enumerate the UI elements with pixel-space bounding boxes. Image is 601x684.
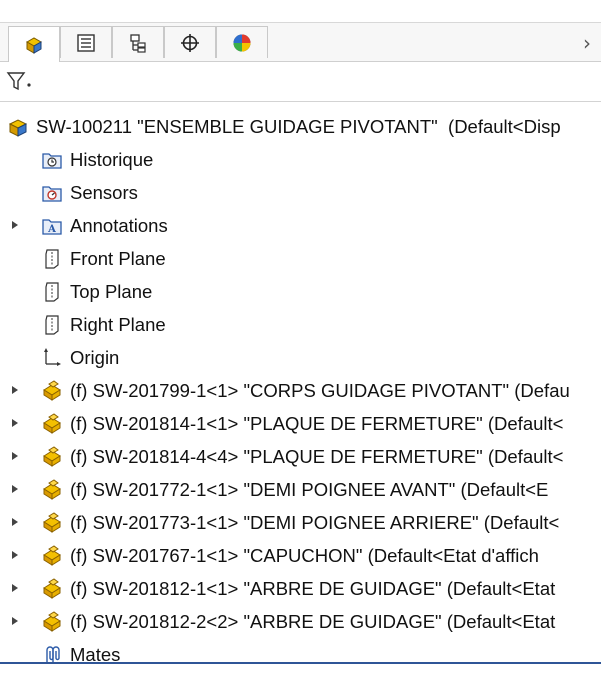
- tree-item-label: Historique: [70, 148, 154, 170]
- tree-item-component[interactable]: (f) SW-201773-1<1> "DEMI POIGNEE ARRIERE…: [0, 506, 601, 539]
- tree-item-component[interactable]: (f) SW-201772-1<1> "DEMI POIGNEE AVANT" …: [0, 473, 601, 506]
- tree-item-component[interactable]: (f) SW-201767-1<1> "CAPUCHON" (Default<E…: [0, 539, 601, 572]
- tree-item-label: (f) SW-201767-1<1> "CAPUCHON" (Default<E…: [70, 544, 539, 566]
- expand-arrow-icon[interactable]: [12, 518, 18, 526]
- part-component-icon: [40, 577, 64, 601]
- tab-display-manager[interactable]: [216, 26, 268, 58]
- tree-item-label: (f) SW-201772-1<1> "DEMI POIGNEE AVANT" …: [70, 478, 549, 500]
- plane-icon: [40, 247, 64, 271]
- feature-manager-icon: [23, 34, 45, 56]
- chevron-right-icon[interactable]: ›: [583, 31, 591, 55]
- tree-item-label: (f) SW-201814-4<4> "PLAQUE DE FERMETURE"…: [70, 445, 564, 467]
- configuration-manager-icon: [128, 33, 148, 53]
- tree-root-assembly[interactable]: SW-100211 "ENSEMBLE GUIDAGE PIVOTANT" (D…: [0, 110, 601, 143]
- svg-text:A: A: [47, 224, 56, 235]
- tree-item-label: (f) SW-201799-1<1> "CORPS GUIDAGE PIVOTA…: [70, 379, 570, 401]
- tree-item-component[interactable]: (f) SW-201812-1<1> "ARBRE DE GUIDAGE" (D…: [0, 572, 601, 605]
- assembly-icon: [6, 115, 30, 139]
- filter-dropdown[interactable]: [6, 70, 36, 97]
- sensors-folder-icon: [40, 181, 64, 205]
- tree-item-historique[interactable]: Historique: [0, 143, 601, 176]
- tree-item-label: (f) SW-201812-1<1> "ARBRE DE GUIDAGE" (D…: [70, 577, 556, 599]
- tree-item-annotations[interactable]: A Annotations: [0, 209, 601, 242]
- part-component-icon: [40, 445, 64, 469]
- tree-item-top-plane[interactable]: Top Plane: [0, 275, 601, 308]
- origin-icon: [40, 346, 64, 370]
- tree-bottom-divider: [0, 662, 601, 664]
- funnel-filter-icon: [6, 70, 36, 97]
- part-component-icon: [40, 379, 64, 403]
- tree-item-sensors[interactable]: Sensors: [0, 176, 601, 209]
- dimxpert-manager-icon: [179, 32, 201, 54]
- tab-dimxpert-manager[interactable]: [164, 26, 216, 58]
- tree-item-label: Sensors: [70, 181, 138, 203]
- expand-arrow-icon[interactable]: [12, 617, 18, 625]
- expand-arrow-icon[interactable]: [12, 452, 18, 460]
- tree-item-component[interactable]: (f) SW-201814-1<1> "PLAQUE DE FERMETURE"…: [0, 407, 601, 440]
- tree-item-label: (f) SW-201773-1<1> "DEMI POIGNEE ARRIERE…: [70, 511, 560, 533]
- expand-arrow-icon[interactable]: [12, 485, 18, 493]
- tree-item-component[interactable]: (f) SW-201814-4<4> "PLAQUE DE FERMETURE"…: [0, 440, 601, 473]
- tree-item-origin[interactable]: Origin: [0, 341, 601, 374]
- tree-item-label: Top Plane: [70, 280, 153, 302]
- expand-arrow-icon[interactable]: [12, 584, 18, 592]
- expand-arrow-icon[interactable]: [12, 551, 18, 559]
- tree-item-label: Origin: [70, 346, 120, 368]
- tree-item-component[interactable]: (f) SW-201799-1<1> "CORPS GUIDAGE PIVOTA…: [0, 374, 601, 407]
- expand-arrow-icon[interactable]: [12, 221, 18, 229]
- part-component-icon: [40, 412, 64, 436]
- tree-item-label: Right Plane: [70, 313, 166, 335]
- tree-item-label: (f) SW-201814-1<1> "PLAQUE DE FERMETURE"…: [70, 412, 564, 434]
- tab-property-manager[interactable]: [60, 26, 112, 58]
- feature-tree: SW-100211 "ENSEMBLE GUIDAGE PIVOTANT" (D…: [0, 110, 601, 671]
- tree-item-label: Annotations: [70, 214, 168, 236]
- tree-item-label: (f) SW-201812-2<2> "ARBRE DE GUIDAGE" (D…: [70, 610, 556, 632]
- plane-icon: [40, 313, 64, 337]
- part-component-icon: [40, 478, 64, 502]
- display-manager-icon: [231, 32, 253, 54]
- tree-item-label: SW-100211 "ENSEMBLE GUIDAGE PIVOTANT" (D…: [36, 115, 561, 137]
- tree-item-mates[interactable]: Mates: [0, 638, 601, 671]
- manager-tab-bar: ›: [0, 22, 601, 62]
- part-component-icon: [40, 511, 64, 535]
- expand-arrow-icon[interactable]: [12, 386, 18, 394]
- part-component-icon: [40, 610, 64, 634]
- tab-configuration-manager[interactable]: [112, 26, 164, 58]
- property-manager-icon: [76, 33, 96, 53]
- part-component-icon: [40, 544, 64, 568]
- tree-filter-bar: [0, 62, 601, 102]
- plane-icon: [40, 280, 64, 304]
- tree-item-front-plane[interactable]: Front Plane: [0, 242, 601, 275]
- tab-feature-manager[interactable]: [8, 26, 60, 62]
- annotations-folder-icon: A: [40, 214, 64, 238]
- history-folder-icon: [40, 148, 64, 172]
- expand-arrow-icon[interactable]: [12, 419, 18, 427]
- top-strip: [0, 0, 601, 22]
- tree-item-right-plane[interactable]: Right Plane: [0, 308, 601, 341]
- tree-item-label: Front Plane: [70, 247, 166, 269]
- tree-item-component[interactable]: (f) SW-201812-2<2> "ARBRE DE GUIDAGE" (D…: [0, 605, 601, 638]
